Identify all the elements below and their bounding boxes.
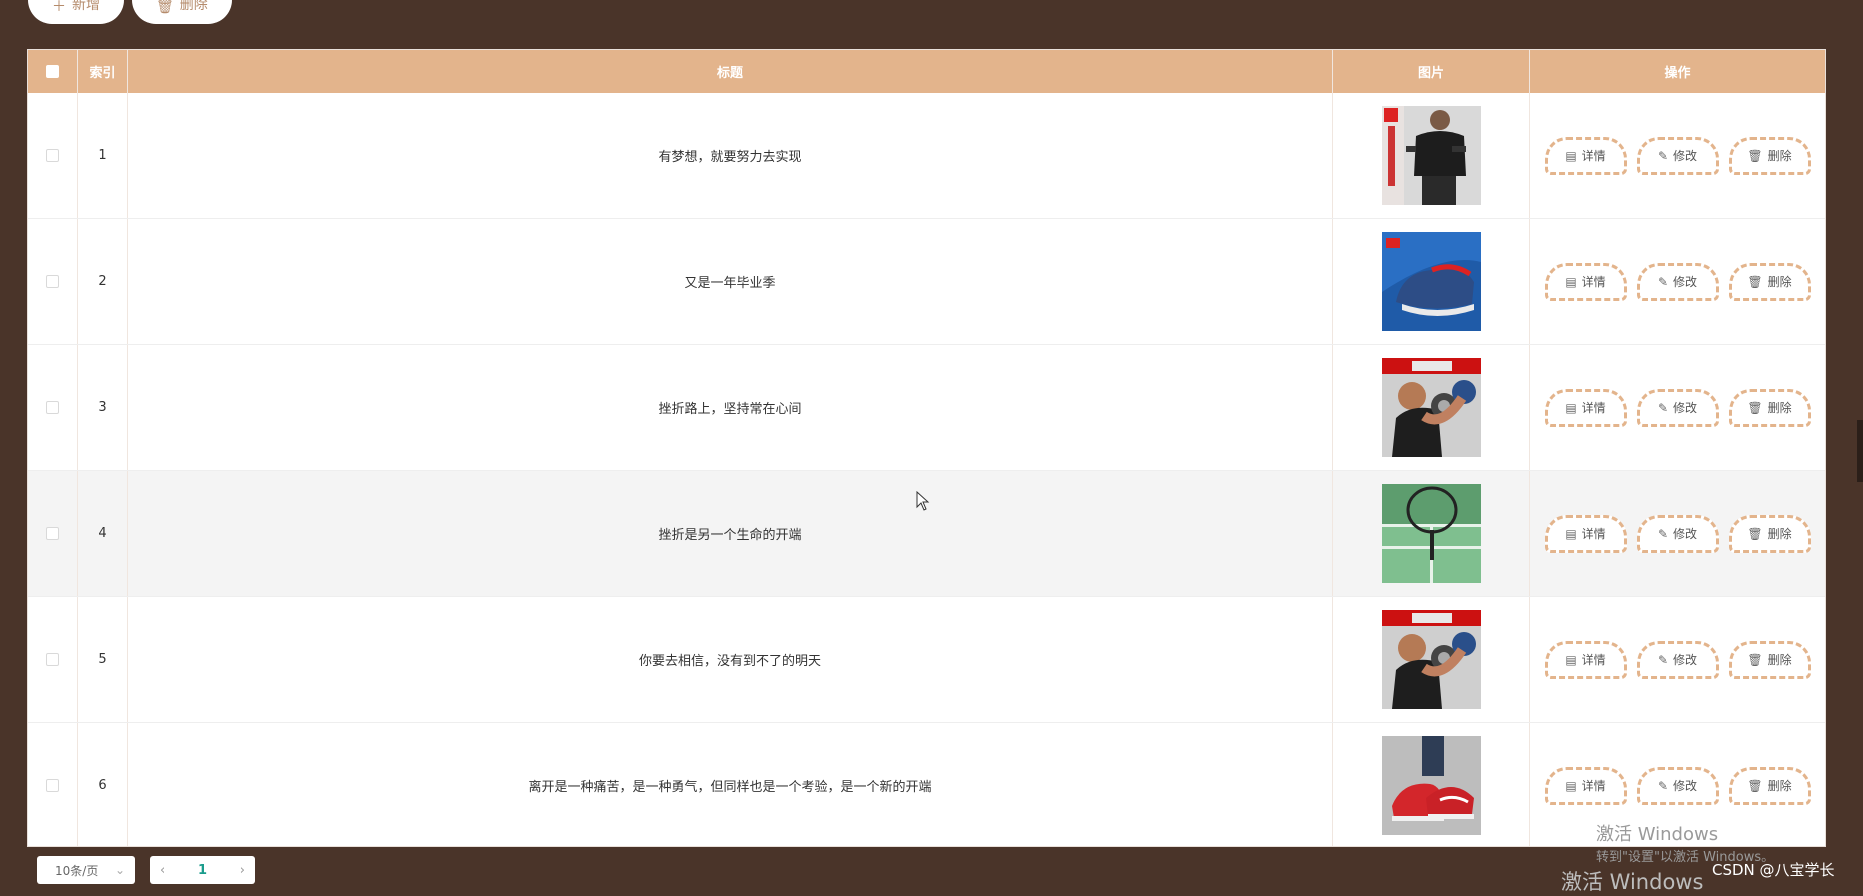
scrollbar-thumb[interactable] (1857, 420, 1863, 482)
row-delete-button[interactable]: 🗑 删除 (1728, 136, 1811, 175)
edit-button[interactable]: ✎ 修改 (1636, 514, 1719, 553)
windows-activation-watermark-large: 激活 Windows (1561, 870, 1704, 894)
add-button-label: 新增 (72, 0, 100, 13)
row-checkbox[interactable] (46, 779, 59, 792)
row-delete-button[interactable]: 🗑 删除 (1728, 262, 1811, 301)
document-icon: ▤ (1565, 400, 1577, 415)
document-icon: ▤ (1565, 274, 1577, 289)
row-title: 挫折路上，坚持常在心间 (128, 345, 1333, 470)
detail-button[interactable]: ▤ 详情 (1544, 514, 1627, 553)
document-icon: ▤ (1565, 778, 1577, 793)
chevron-down-icon: ⌄ (114, 863, 125, 877)
trash-icon: 🗑 (1747, 400, 1763, 415)
header-select-all (28, 50, 78, 93)
table-row: 5 你要去相信，没有到不了的明天 ▤ 详情 ✎ 修改 🗑 删除 (28, 597, 1825, 723)
row-thumbnail[interactable] (1381, 106, 1481, 205)
delete-button[interactable]: 🗑 删除 (132, 0, 232, 24)
mouse-cursor-icon (916, 491, 930, 511)
select-all-checkbox[interactable] (46, 65, 59, 78)
csdn-credit: CSDN @八宝学长 (1712, 861, 1835, 879)
header-image: 图片 (1333, 50, 1530, 93)
trash-icon: 🗑 (1747, 148, 1763, 163)
pencil-icon: ✎ (1657, 526, 1669, 541)
edit-button[interactable]: ✎ 修改 (1636, 388, 1719, 427)
data-table: 索引 标题 图片 操作 1 有梦想，就要努力去实现 ▤ 详情 ✎ 修改 🗑 删除… (27, 49, 1826, 847)
document-icon: ▤ (1565, 526, 1577, 541)
detail-button[interactable]: ▤ 详情 (1544, 136, 1627, 175)
row-checkbox[interactable] (46, 401, 59, 414)
row-index: 5 (78, 597, 128, 722)
trash-icon: 🗑 (1747, 274, 1763, 289)
plus-icon: ＋ (52, 0, 66, 15)
row-index: 2 (78, 219, 128, 344)
row-thumbnail[interactable] (1381, 610, 1481, 709)
row-checkbox[interactable] (46, 653, 59, 666)
detail-button[interactable]: ▤ 详情 (1544, 640, 1627, 679)
page-size-value: 10条/页 (55, 863, 99, 878)
row-index: 3 (78, 345, 128, 470)
pencil-icon: ✎ (1657, 274, 1669, 289)
page-navigation: ‹ 1 › (150, 856, 255, 884)
pagination: 10条/页 ⌄ ‹ 1 › (37, 856, 255, 884)
row-checkbox[interactable] (46, 275, 59, 288)
detail-button[interactable]: ▤ 详情 (1544, 262, 1627, 301)
row-delete-button[interactable]: 🗑 删除 (1728, 514, 1811, 553)
detail-button[interactable]: ▤ 详情 (1544, 766, 1627, 805)
table-row: 2 又是一年毕业季 ▤ 详情 ✎ 修改 🗑 删除 (28, 219, 1825, 345)
edit-button[interactable]: ✎ 修改 (1636, 640, 1719, 679)
edit-button[interactable]: ✎ 修改 (1636, 262, 1719, 301)
row-index: 6 (78, 723, 128, 846)
prev-page-icon[interactable]: ‹ (160, 863, 165, 878)
table-row: 6 离开是一种痛苦，是一种勇气，但同样也是一个考验，是一个新的开端 ▤ 详情 ✎ 修… (28, 723, 1825, 846)
add-button[interactable]: ＋ 新增 (28, 0, 124, 24)
trash-icon: 🗑 (1747, 778, 1763, 793)
detail-button[interactable]: ▤ 详情 (1544, 388, 1627, 427)
table-row: 4 挫折是另一个生命的开端 ▤ 详情 ✎ 修改 🗑 删除 (28, 471, 1825, 597)
row-delete-button[interactable]: 🗑 删除 (1728, 388, 1811, 427)
row-checkbox[interactable] (46, 149, 59, 162)
row-thumbnail[interactable] (1381, 358, 1481, 457)
pencil-icon: ✎ (1657, 148, 1669, 163)
top-actions: ＋ 新增 🗑 删除 (28, 0, 232, 24)
trash-icon: 🗑 (1747, 526, 1763, 541)
header-index: 索引 (78, 50, 128, 93)
row-delete-button[interactable]: 🗑 删除 (1728, 640, 1811, 679)
edit-button[interactable]: ✎ 修改 (1636, 766, 1719, 805)
page-size-select[interactable]: 10条/页 ⌄ (37, 856, 135, 884)
table-row: 3 挫折路上，坚持常在心间 ▤ 详情 ✎ 修改 🗑 删除 (28, 345, 1825, 471)
header-actions: 操作 (1664, 66, 1691, 81)
trash-icon: 🗑 (1747, 652, 1763, 667)
row-checkbox[interactable] (46, 527, 59, 540)
row-thumbnail[interactable] (1381, 232, 1481, 331)
row-title: 挫折是另一个生命的开端 (128, 471, 1333, 596)
next-page-icon[interactable]: › (240, 863, 245, 878)
row-title: 你要去相信，没有到不了的明天 (128, 597, 1333, 722)
pencil-icon: ✎ (1657, 652, 1669, 667)
document-icon: ▤ (1565, 148, 1577, 163)
header-title: 标题 (128, 50, 1333, 93)
row-thumbnail[interactable] (1381, 484, 1481, 583)
current-page[interactable]: 1 (198, 863, 207, 878)
row-thumbnail[interactable] (1381, 736, 1481, 835)
row-title: 有梦想，就要努力去实现 (128, 93, 1333, 218)
document-icon: ▤ (1565, 652, 1577, 667)
pencil-icon: ✎ (1657, 400, 1669, 415)
delete-button-label: 删除 (179, 0, 208, 13)
pencil-icon: ✎ (1657, 778, 1669, 793)
row-index: 1 (78, 93, 128, 218)
row-title: 又是一年毕业季 (128, 219, 1333, 344)
windows-activation-watermark: 激活 Windows (1596, 824, 1719, 845)
table-row: 1 有梦想，就要努力去实现 ▤ 详情 ✎ 修改 🗑 删除 (28, 93, 1825, 219)
edit-button[interactable]: ✎ 修改 (1636, 136, 1719, 175)
row-delete-button[interactable]: 🗑 删除 (1728, 766, 1811, 805)
row-title: 离开是一种痛苦，是一种勇气，但同样也是一个考验，是一个新的开端 (128, 723, 1333, 846)
row-index: 4 (78, 471, 128, 596)
table-header: 索引 标题 图片 操作 (28, 50, 1825, 93)
trash-icon: 🗑 (156, 0, 174, 15)
